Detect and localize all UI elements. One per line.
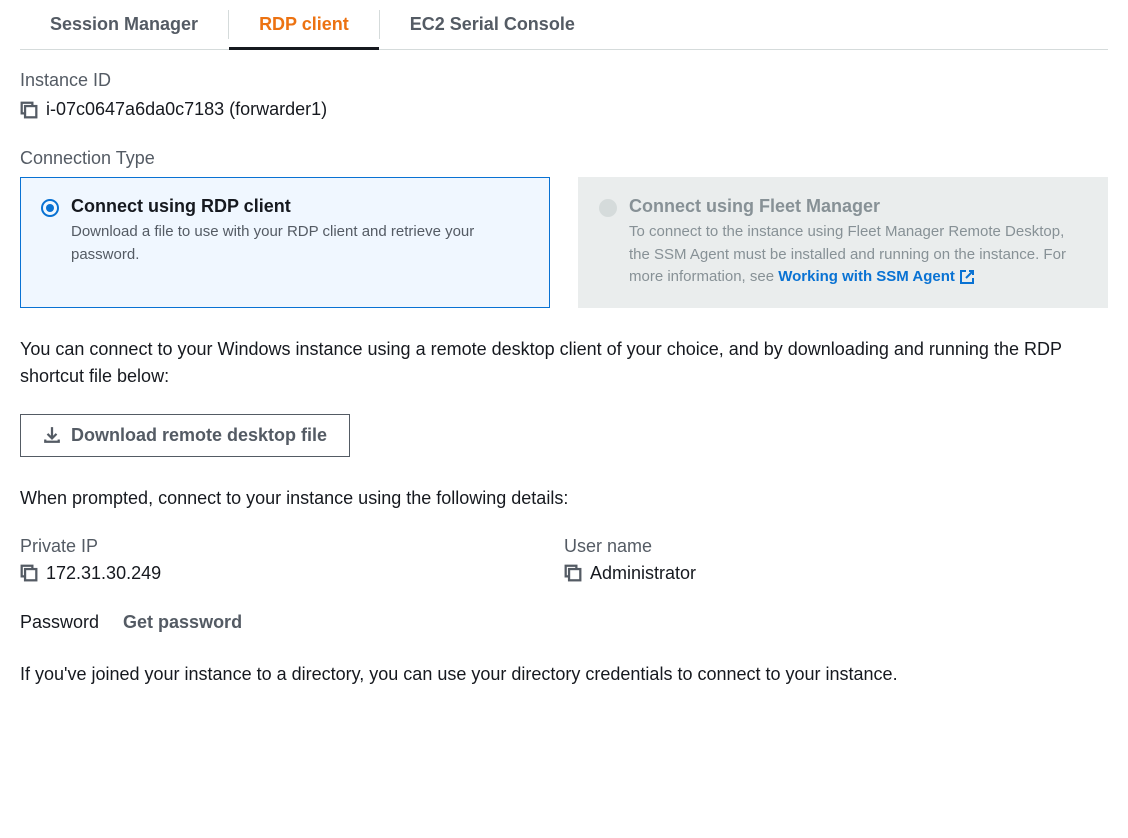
ssm-agent-link[interactable]: Working with SSM Agent: [778, 268, 975, 285]
prompt-text: When prompted, connect to your instance …: [20, 485, 1108, 512]
password-row: Password Get password: [20, 612, 1108, 633]
download-rdp-label: Download remote desktop file: [71, 425, 327, 446]
directory-text: If you've joined your instance to a dire…: [20, 661, 1108, 688]
tab-rdp-client[interactable]: RDP client: [229, 0, 379, 49]
radio-icon: [41, 199, 59, 217]
option-fleet-manager: Connect using Fleet Manager To connect t…: [578, 177, 1108, 308]
radio-icon: [599, 199, 617, 217]
user-name-label: User name: [564, 536, 1108, 557]
option-fleet-desc: To connect to the instance using Fleet M…: [629, 221, 1087, 289]
private-ip-value: 172.31.30.249: [46, 563, 161, 584]
option-rdp-client[interactable]: Connect using RDP client Download a file…: [20, 177, 550, 308]
external-link-icon: [959, 269, 975, 285]
user-name-value: Administrator: [590, 563, 696, 584]
instance-id-value: i-07c0647a6da0c7183 (forwarder1): [46, 99, 327, 120]
instance-id-row: i-07c0647a6da0c7183 (forwarder1): [20, 99, 1108, 120]
tab-bar: Session Manager RDP client EC2 Serial Co…: [20, 0, 1108, 50]
option-fleet-title: Connect using Fleet Manager: [629, 196, 1087, 217]
connection-type-label: Connection Type: [20, 148, 1108, 169]
tab-session-manager[interactable]: Session Manager: [20, 0, 228, 49]
intro-text: You can connect to your Windows instance…: [20, 336, 1108, 390]
private-ip-label: Private IP: [20, 536, 564, 557]
copy-icon[interactable]: [564, 564, 582, 582]
instance-id-label: Instance ID: [20, 70, 1108, 91]
tab-ec2-serial-console[interactable]: EC2 Serial Console: [380, 0, 605, 49]
connection-details: Private IP 172.31.30.249 User name Admin…: [20, 536, 1108, 584]
copy-icon[interactable]: [20, 101, 38, 119]
copy-icon[interactable]: [20, 564, 38, 582]
get-password-button[interactable]: Get password: [123, 612, 242, 633]
user-name-col: User name Administrator: [564, 536, 1108, 584]
private-ip-col: Private IP 172.31.30.249: [20, 536, 564, 584]
password-label: Password: [20, 612, 99, 633]
download-icon: [43, 426, 61, 444]
download-rdp-button[interactable]: Download remote desktop file: [20, 414, 350, 457]
connection-options: Connect using RDP client Download a file…: [20, 177, 1108, 308]
option-rdp-title: Connect using RDP client: [71, 196, 529, 217]
option-rdp-desc: Download a file to use with your RDP cli…: [71, 221, 529, 266]
